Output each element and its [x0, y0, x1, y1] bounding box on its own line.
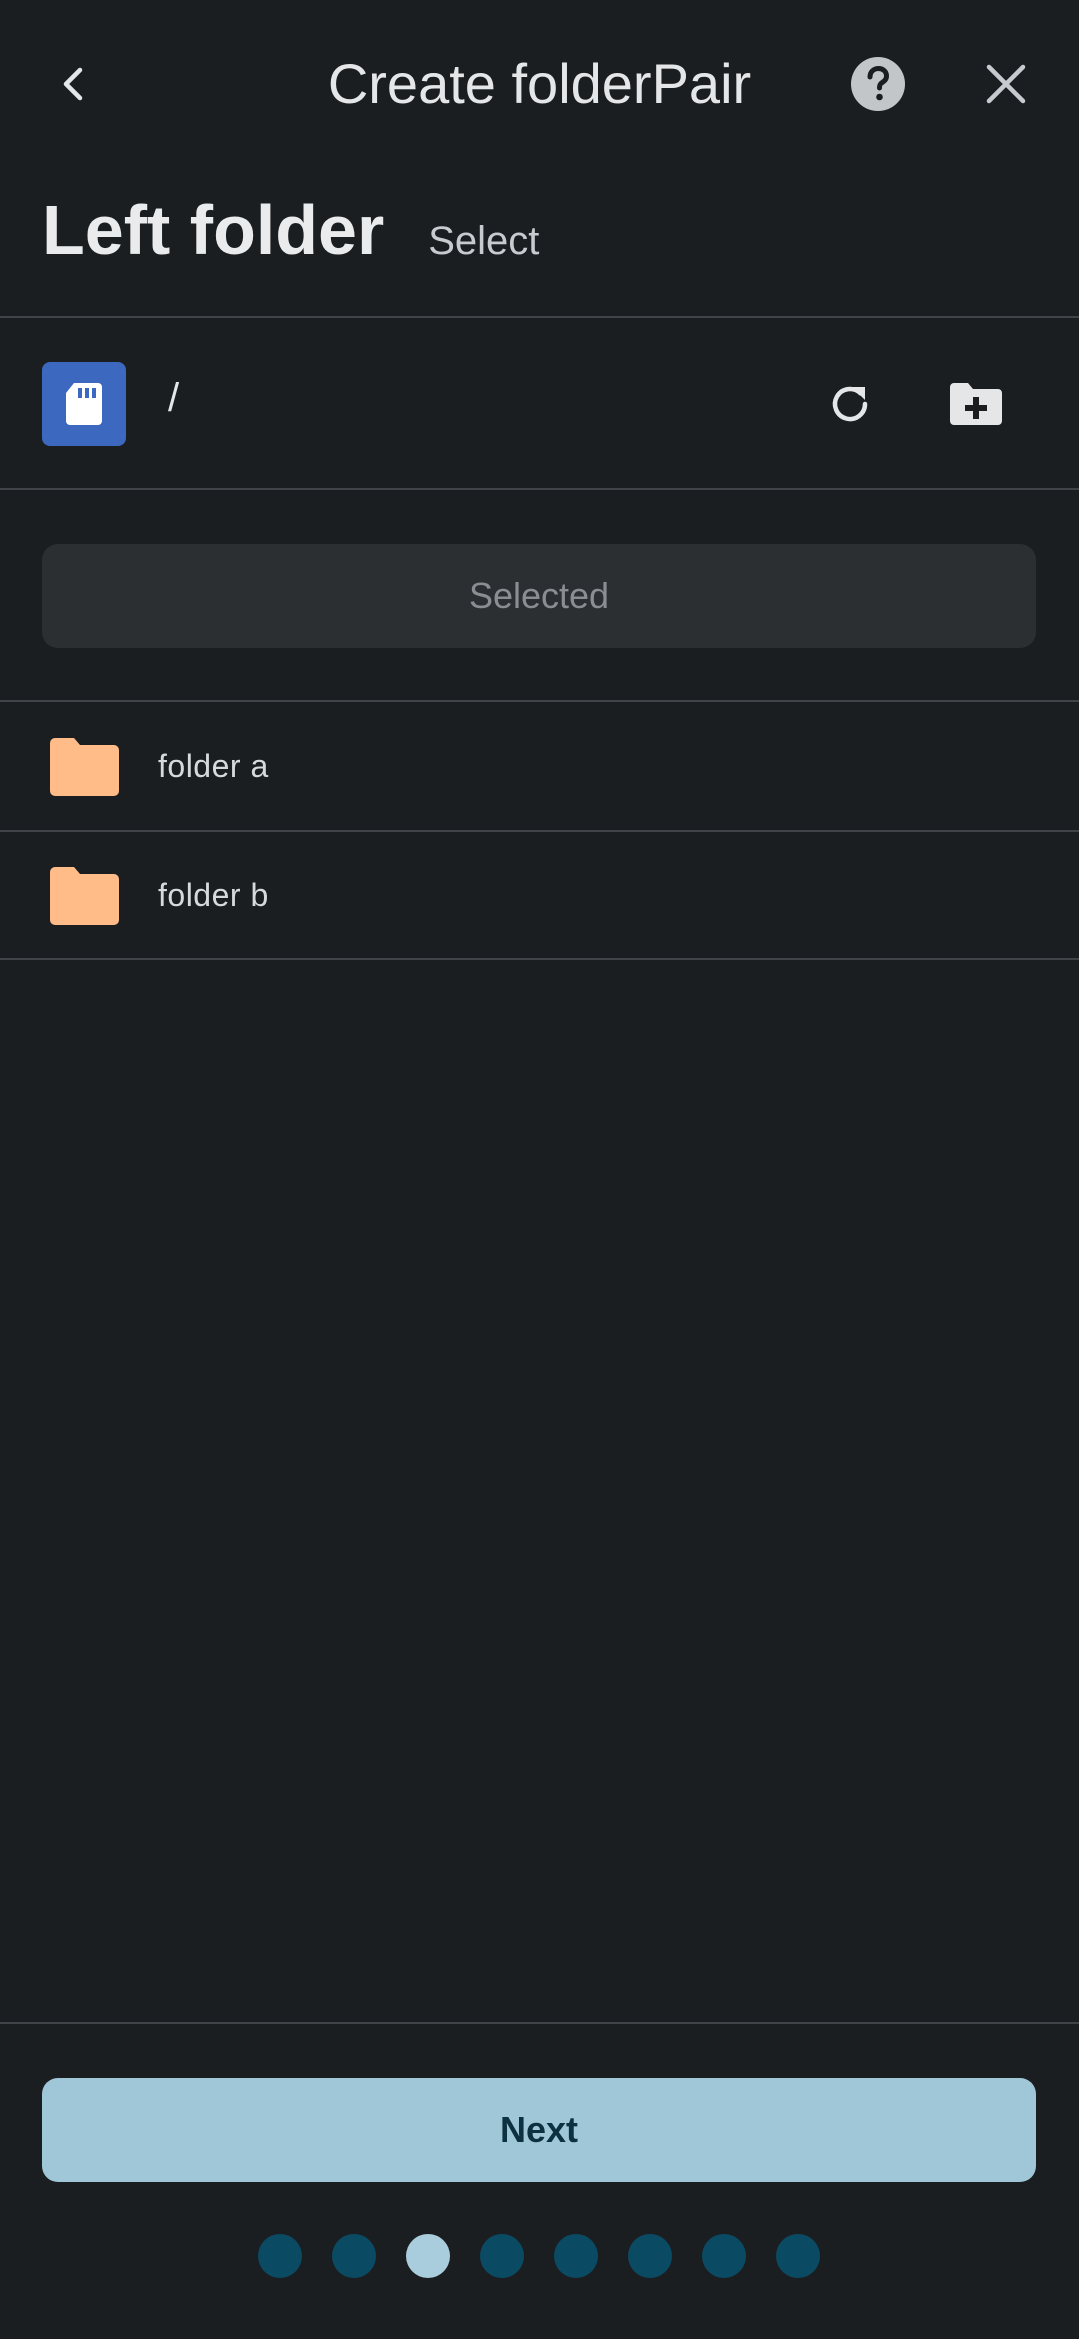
- help-circle-icon: [851, 57, 905, 111]
- page-dot: [554, 2234, 598, 2278]
- path-bar: /: [0, 318, 1079, 488]
- list-item-folder-a[interactable]: folder a: [0, 702, 1079, 830]
- divider: [0, 488, 1079, 490]
- folder-icon: [50, 738, 119, 796]
- refresh-icon: [832, 386, 868, 422]
- help-button[interactable]: [838, 44, 918, 124]
- page-dot: [332, 2234, 376, 2278]
- close-icon: [986, 64, 1026, 104]
- current-path: /: [168, 376, 180, 420]
- page-dot: [628, 2234, 672, 2278]
- selected-button[interactable]: Selected: [42, 544, 1036, 648]
- list-item-folder-b[interactable]: folder b: [0, 831, 1079, 959]
- page-dot: [702, 2234, 746, 2278]
- folder-name: folder b: [158, 877, 269, 913]
- page-indicator: [0, 2234, 1079, 2278]
- refresh-button[interactable]: [808, 362, 892, 446]
- section-header: Left folder Select: [42, 190, 539, 290]
- back-button[interactable]: [34, 44, 114, 124]
- folder-name: folder a: [158, 748, 269, 784]
- page-dot: [406, 2234, 450, 2278]
- divider: [0, 2022, 1079, 2024]
- chevron-left-icon: [63, 67, 83, 101]
- create-folder-button[interactable]: [934, 362, 1018, 446]
- page-dot: [258, 2234, 302, 2278]
- sd-card-icon: [66, 383, 102, 425]
- folder-icon: [50, 867, 119, 925]
- storage-selector-button[interactable]: [42, 362, 126, 446]
- section-title: Left folder: [42, 191, 385, 269]
- page-dot: [480, 2234, 524, 2278]
- create-folder-icon: [950, 383, 1002, 425]
- next-button[interactable]: Next: [42, 2078, 1036, 2182]
- section-subtitle: Select: [428, 219, 540, 263]
- close-button[interactable]: [966, 44, 1046, 124]
- top-app-bar: Create folderPair: [0, 0, 1079, 170]
- page-dot: [776, 2234, 820, 2278]
- divider: [0, 958, 1079, 960]
